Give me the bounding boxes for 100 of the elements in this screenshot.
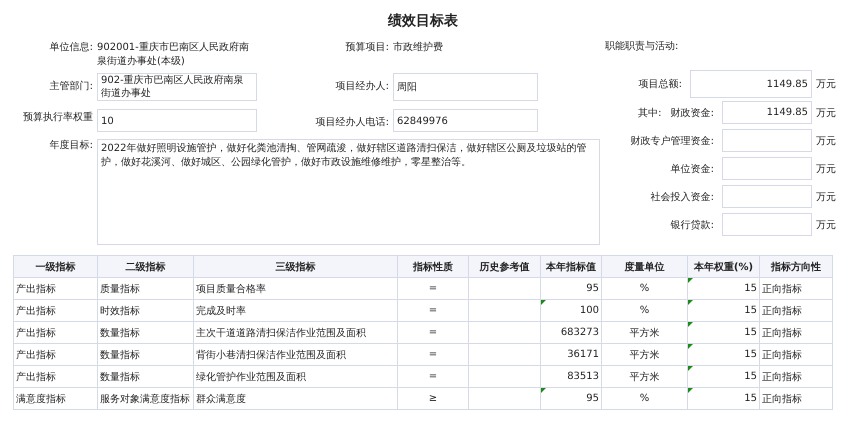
column-header: 本年指标值 <box>540 256 602 278</box>
amount-field[interactable] <box>722 129 812 152</box>
table-cell: 15 <box>688 388 760 410</box>
table-cell: 36171 <box>540 344 602 366</box>
table-cell: 数量指标 <box>98 344 194 366</box>
execution-rate-field[interactable]: 10 <box>97 109 257 132</box>
table-cell: 95 <box>540 278 602 300</box>
amount-field[interactable]: 1149.85 <box>722 101 812 124</box>
table-cell: = <box>398 344 468 366</box>
budget-project-text: 市政维护费 <box>393 40 444 55</box>
column-header: 二级指标 <box>98 256 194 278</box>
table-cell: 正向指标 <box>760 278 832 300</box>
table-cell: 15 <box>688 344 760 366</box>
table-cell: 正向指标 <box>760 300 832 322</box>
table-cell: 完成及时率 <box>194 300 398 322</box>
table-cell: % <box>602 300 688 322</box>
comment-marker-icon <box>688 322 693 327</box>
table-cell: = <box>398 322 468 344</box>
column-header: 历史参考值 <box>468 256 540 278</box>
table-cell: 正向指标 <box>760 388 832 410</box>
table-cell: 正向指标 <box>760 322 832 344</box>
column-header: 一级指标 <box>14 256 98 278</box>
unit-label: 万元 <box>815 134 837 148</box>
table-cell: 项目质量合格率 <box>194 278 398 300</box>
department-field[interactable]: 902-重庆市巴南区人民政府南泉街道办事处 <box>97 73 257 101</box>
table-cell: 产出指标 <box>14 300 98 322</box>
unit-label: 万元 <box>815 218 837 232</box>
unit-label: 万元 <box>815 106 837 120</box>
table-cell: = <box>398 278 468 300</box>
unit-info-text: 902001-重庆市巴南区人民政府南泉街道办事处(本级) <box>97 40 250 69</box>
table-cell: 产出指标 <box>14 366 98 388</box>
table-cell: 背街小巷清扫保洁作业范围及面积 <box>194 344 398 366</box>
unit-label: 万元 <box>815 162 837 176</box>
table-cell: = <box>398 300 468 322</box>
table-cell: 100 <box>540 300 602 322</box>
amount-field[interactable] <box>722 185 812 208</box>
amount-field[interactable] <box>722 213 812 236</box>
manager-field[interactable]: 周阳 <box>393 73 538 101</box>
field-label: 预算项目: <box>344 41 390 55</box>
column-header: 指标性质 <box>398 256 468 278</box>
comment-marker-icon <box>688 366 693 371</box>
table-cell: 15 <box>688 300 760 322</box>
table-cell: 95 <box>540 388 602 410</box>
page-title: 绩效目标表 <box>386 12 459 31</box>
comment-marker-icon <box>688 388 693 393</box>
table-cell: 产出指标 <box>14 344 98 366</box>
phone-field[interactable]: 62849976 <box>393 109 538 132</box>
table-cell: 正向指标 <box>760 344 832 366</box>
field-label: 财政专户管理资金: <box>630 136 714 146</box>
table-cell: 平方米 <box>602 344 688 366</box>
unit-label: 万元 <box>815 190 837 204</box>
field-label: 项目总额: <box>638 79 682 90</box>
table-cell: 数量指标 <box>98 366 194 388</box>
amount-field[interactable]: 1149.85 <box>690 70 812 98</box>
annual-goal-textarea[interactable]: 2022年做好照明设施管护，做好化粪池清掏、管网疏浚，做好辖区道路清扫保洁，做好辖区公厕及垃圾站的管护，做好花溪河、做好城区、公园绿化管护，做好市政设施维修维护，零星整治等。 <box>97 139 600 245</box>
table-cell: 平方米 <box>602 322 688 344</box>
field-label: 项目经办人: <box>334 80 390 94</box>
field-label: 职能职责与活动: <box>605 40 680 54</box>
table-cell: 时效指标 <box>98 300 194 322</box>
column-header: 本年权重(%) <box>688 256 760 278</box>
table-cell: 15 <box>688 366 760 388</box>
table-cell: 主次干道道路清扫保洁作业范围及面积 <box>194 322 398 344</box>
field-label: 单位信息: <box>48 40 94 55</box>
table-cell: 质量指标 <box>98 278 194 300</box>
table-cell: = <box>398 366 468 388</box>
table-cell: 83513 <box>540 366 602 388</box>
table-cell: 正向指标 <box>760 366 832 388</box>
table-cell: 群众满意度 <box>194 388 398 410</box>
table-cell: 15 <box>688 322 760 344</box>
amount-field[interactable] <box>722 157 812 180</box>
table-cell: 产出指标 <box>14 278 98 300</box>
field-label: 主管部门: <box>48 80 94 94</box>
table-cell: % <box>602 388 688 410</box>
field-label: 社会投入资金: <box>650 192 714 202</box>
table-cell: 服务对象满意度指标 <box>98 388 194 410</box>
field-label: 单位资金: <box>670 164 714 174</box>
field-label: 财政资金: <box>670 108 714 118</box>
table-cell: 数量指标 <box>98 322 194 344</box>
column-header: 度量单位 <box>602 256 688 278</box>
table-cell: 绿化管护作业范围及面积 <box>194 366 398 388</box>
table-cell: ≥ <box>398 388 468 410</box>
comment-marker-icon <box>541 388 546 393</box>
table-cell: 满意度指标 <box>14 388 98 410</box>
column-header: 指标方向性 <box>760 256 832 278</box>
comment-marker-icon <box>688 300 693 305</box>
unit-label: 万元 <box>815 78 837 91</box>
table-cell: 产出指标 <box>14 322 98 344</box>
column-header: 三级指标 <box>194 256 398 278</box>
field-label: 项目经办人电话: <box>314 116 390 130</box>
comment-marker-icon <box>688 278 693 283</box>
table-cell: 683273 <box>540 322 602 344</box>
comment-marker-icon <box>541 300 546 305</box>
table-cell: 平方米 <box>602 366 688 388</box>
field-label: 预算执行率权重 <box>22 110 94 125</box>
field-label: 银行贷款: <box>670 220 714 230</box>
comment-marker-icon <box>688 344 693 349</box>
table-cell: % <box>602 278 688 300</box>
field-label: 年度目标: <box>48 139 94 153</box>
field-label: 其中: <box>638 108 662 118</box>
table-cell: 15 <box>688 278 760 300</box>
